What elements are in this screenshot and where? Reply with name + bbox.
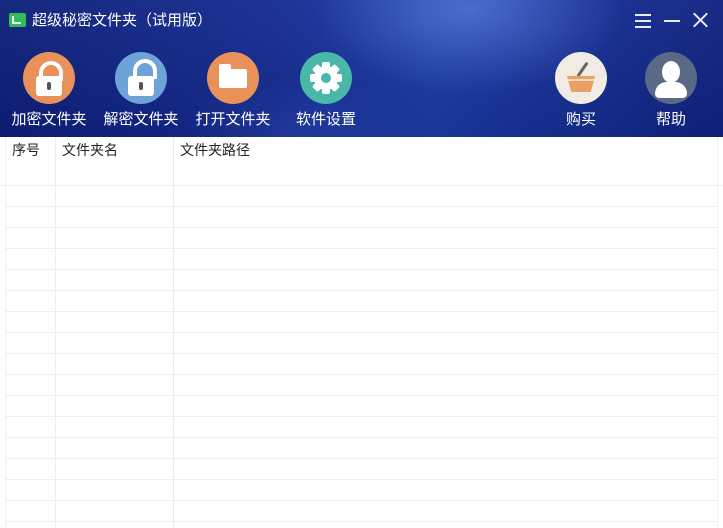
minimize-icon	[664, 20, 680, 22]
table-row	[5, 227, 718, 228]
table-row	[5, 437, 718, 438]
settings-button[interactable]: 软件设置	[281, 52, 371, 132]
title-bar[interactable]: 超级秘密文件夹（试用版）	[0, 0, 723, 40]
close-button[interactable]	[690, 10, 710, 30]
table-row	[5, 290, 718, 291]
app-window: 超级秘密文件夹（试用版） 加密文件夹 解密文件夹 打开文件夹 软件设置 购买 帮…	[0, 0, 723, 528]
column-header-index[interactable]: 序号	[12, 142, 40, 160]
help-label: 帮助	[655, 110, 686, 128]
menu-icon	[635, 14, 651, 16]
buy-button[interactable]: 购买	[536, 52, 626, 132]
table-row	[5, 332, 718, 333]
table-row	[5, 248, 718, 249]
table-header: 序号 文件夹名 文件夹路径	[0, 137, 723, 186]
encrypt-folder-label: 加密文件夹	[11, 110, 87, 128]
table-row	[5, 521, 718, 522]
table-row	[5, 500, 718, 501]
table-row	[5, 374, 718, 375]
table-row	[5, 458, 718, 459]
encrypt-folder-button[interactable]: 加密文件夹	[4, 52, 94, 132]
decrypt-folder-button[interactable]: 解密文件夹	[96, 52, 186, 132]
menu-button[interactable]	[633, 10, 653, 30]
user-icon	[645, 52, 697, 104]
table-row	[5, 311, 718, 312]
gear-icon	[300, 52, 352, 104]
table-row	[5, 185, 718, 186]
app-logo-icon	[9, 13, 26, 27]
help-button[interactable]: 帮助	[626, 52, 716, 132]
folder-icon	[207, 52, 259, 104]
buy-label: 购买	[565, 110, 596, 128]
column-header-folder-path[interactable]: 文件夹路径	[180, 142, 250, 160]
basket-icon	[555, 52, 607, 104]
table-row	[5, 395, 718, 396]
open-folder-button[interactable]: 打开文件夹	[188, 52, 278, 132]
table-row	[5, 479, 718, 480]
open-folder-label: 打开文件夹	[195, 110, 271, 128]
folder-table[interactable]: 序号 文件夹名 文件夹路径	[0, 137, 723, 528]
column-header-folder-name[interactable]: 文件夹名	[62, 142, 118, 160]
table-row	[5, 206, 718, 207]
settings-label: 软件设置	[295, 110, 356, 128]
unlock-icon	[115, 52, 167, 104]
window-title: 超级秘密文件夹（试用版）	[32, 11, 213, 29]
table-row	[5, 416, 718, 417]
minimize-button[interactable]	[662, 10, 682, 30]
table-row	[5, 269, 718, 270]
table-row	[5, 353, 718, 354]
header-banner: 超级秘密文件夹（试用版） 加密文件夹 解密文件夹 打开文件夹 软件设置 购买 帮…	[0, 0, 723, 137]
lock-icon	[23, 52, 75, 104]
decrypt-folder-label: 解密文件夹	[103, 110, 179, 128]
